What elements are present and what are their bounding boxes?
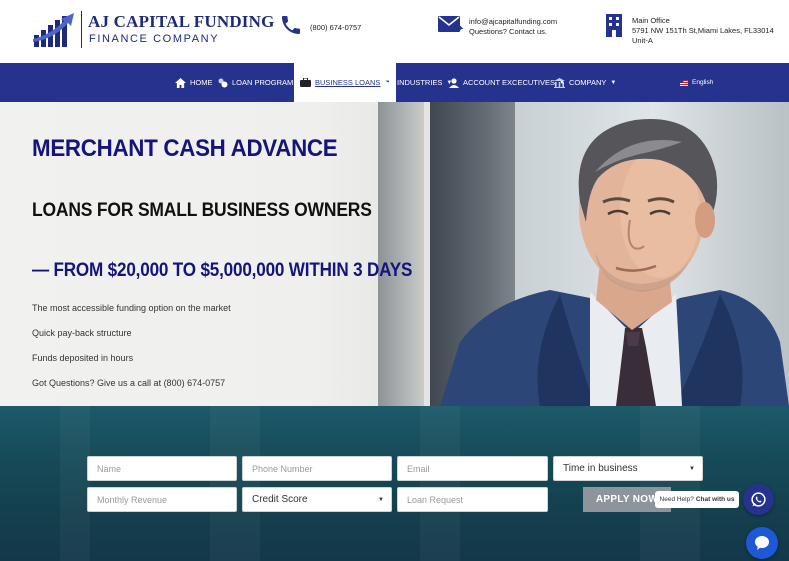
hero-subheading: LOANS FOR SMALL BUSINESS OWNERS (32, 200, 372, 221)
email-text: info@ajcapitalfunding.com Questions? Con… (469, 17, 557, 37)
time-in-business-select[interactable]: Time in business ▼ (553, 456, 703, 481)
loan-request-input[interactable]: Loan Request (397, 487, 548, 512)
chevron-down-icon: ▼ (610, 79, 617, 86)
phone-number: (800) 674-0757 (310, 23, 362, 32)
office-address: Main Office 5791 NW 151Th St,Miami Lakes… (632, 16, 774, 46)
chevron-down-icon: ▼ (689, 466, 695, 472)
language-switcher[interactable]: English (680, 63, 713, 102)
email-input[interactable]: Email (397, 456, 548, 481)
businessman-photo (440, 119, 789, 406)
help-text: Need Help? (659, 496, 694, 503)
nav-loan-programs-label: LOAN PROGRAMS (232, 78, 299, 87)
briefcase-icon (300, 78, 311, 87)
logo-divider (81, 11, 82, 48)
coins-icon (218, 78, 228, 88)
live-chat-button[interactable] (746, 527, 778, 559)
email-address: info@ajcapitalfunding.com (469, 17, 558, 26)
brand-subtitle: FINANCE COMPANY (89, 33, 220, 45)
contact-office[interactable]: Main Office 5791 NW 151Th St,Miami Lakes… (604, 12, 784, 48)
help-chat-link: Chat with us (695, 496, 735, 503)
company-logo[interactable]: AJ CAPITAL FUNDING FINANCE COMPANY (32, 9, 274, 51)
chevron-down-icon: ▼ (378, 497, 384, 503)
logo-chart-icon (33, 13, 74, 47)
user-icon (449, 77, 459, 88)
email-icon (438, 16, 464, 32)
office-label: Main Office (632, 16, 670, 25)
whatsapp-icon (751, 492, 766, 507)
nav-account-executives[interactable]: ACCOUNT EXCECUTIVES ▼ (449, 63, 565, 102)
background-texture (60, 406, 90, 561)
chat-bubble-icon (755, 536, 769, 550)
whatsapp-button[interactable] (743, 484, 774, 515)
nav-business-loans-label: BUSINESS LOANS (315, 78, 381, 87)
nav-home[interactable]: HOME (175, 63, 213, 102)
nav-industries-label: INDUSTRIES (397, 78, 443, 87)
application-form-section: Name Phone Number Email Time in business… (0, 406, 789, 561)
nav-home-label: HOME (190, 78, 213, 87)
nav-industries[interactable]: INDUSTRIES ▼ (383, 63, 452, 102)
main-nav: HOME LOAN PROGRAMS ▼ BUSINESS LOANS ▼ IN… (0, 63, 789, 102)
page: AJ CAPITAL FUNDING FINANCE COMPANY (800)… (0, 0, 789, 561)
office-unit: Unit-A (632, 36, 653, 45)
background-texture (420, 406, 460, 561)
hero-bullet: The most accessible funding option on th… (32, 303, 231, 313)
building-icon (554, 77, 565, 88)
time-in-business-value: Time in business (563, 463, 638, 474)
site-header: AJ CAPITAL FUNDING FINANCE COMPANY (800)… (0, 0, 789, 63)
hero-range: — FROM $20,000 TO $5,000,000 WITHIN 3 DA… (32, 260, 413, 281)
background-texture (640, 406, 700, 561)
hero-bullet: Quick pay-back structure (32, 328, 132, 338)
hero-heading: MERCHANT CASH ADVANCE (32, 135, 338, 162)
nav-company[interactable]: COMPANY ▼ (554, 63, 616, 102)
background-texture (210, 406, 260, 561)
nav-business-loans[interactable]: BUSINESS LOANS ▼ (294, 63, 397, 102)
home-icon (175, 77, 186, 88)
hero-section: MERCHANT CASH ADVANCE LOANS FOR SMALL BU… (0, 102, 789, 406)
credit-score-select[interactable]: Credit Score ▼ (242, 487, 392, 512)
monthly-revenue-input[interactable]: Monthly Revenue (87, 487, 237, 512)
us-flag-icon (680, 79, 688, 86)
chat-help-tooltip[interactable]: Need Help? Chat with us (655, 491, 739, 508)
email-cta: Questions? Contact us. (469, 27, 547, 36)
brand-title: AJ CAPITAL FUNDING (88, 12, 275, 31)
factory-icon (383, 77, 393, 88)
background-column (378, 102, 424, 406)
office-street: 5791 NW 151Th St,Miami Lakes, FL33014 (632, 26, 774, 35)
contact-phone[interactable]: (800) 674-0757 (279, 12, 389, 48)
credit-score-value: Credit Score (252, 494, 308, 505)
phone-icon (282, 16, 300, 34)
nav-account-executives-label: ACCOUNT EXCECUTIVES (463, 78, 555, 87)
hero-call-text[interactable]: Got Questions? Give us a call at (800) 6… (32, 378, 225, 388)
contact-email[interactable]: info@ajcapitalfunding.com Questions? Con… (437, 12, 567, 48)
nav-company-label: COMPANY (569, 78, 607, 87)
phone-input[interactable]: Phone Number (242, 456, 392, 481)
name-input[interactable]: Name (87, 456, 237, 481)
language-label: English (692, 79, 714, 86)
hero-bullet: Funds deposited in hours (32, 353, 134, 363)
building-icon (606, 14, 622, 37)
